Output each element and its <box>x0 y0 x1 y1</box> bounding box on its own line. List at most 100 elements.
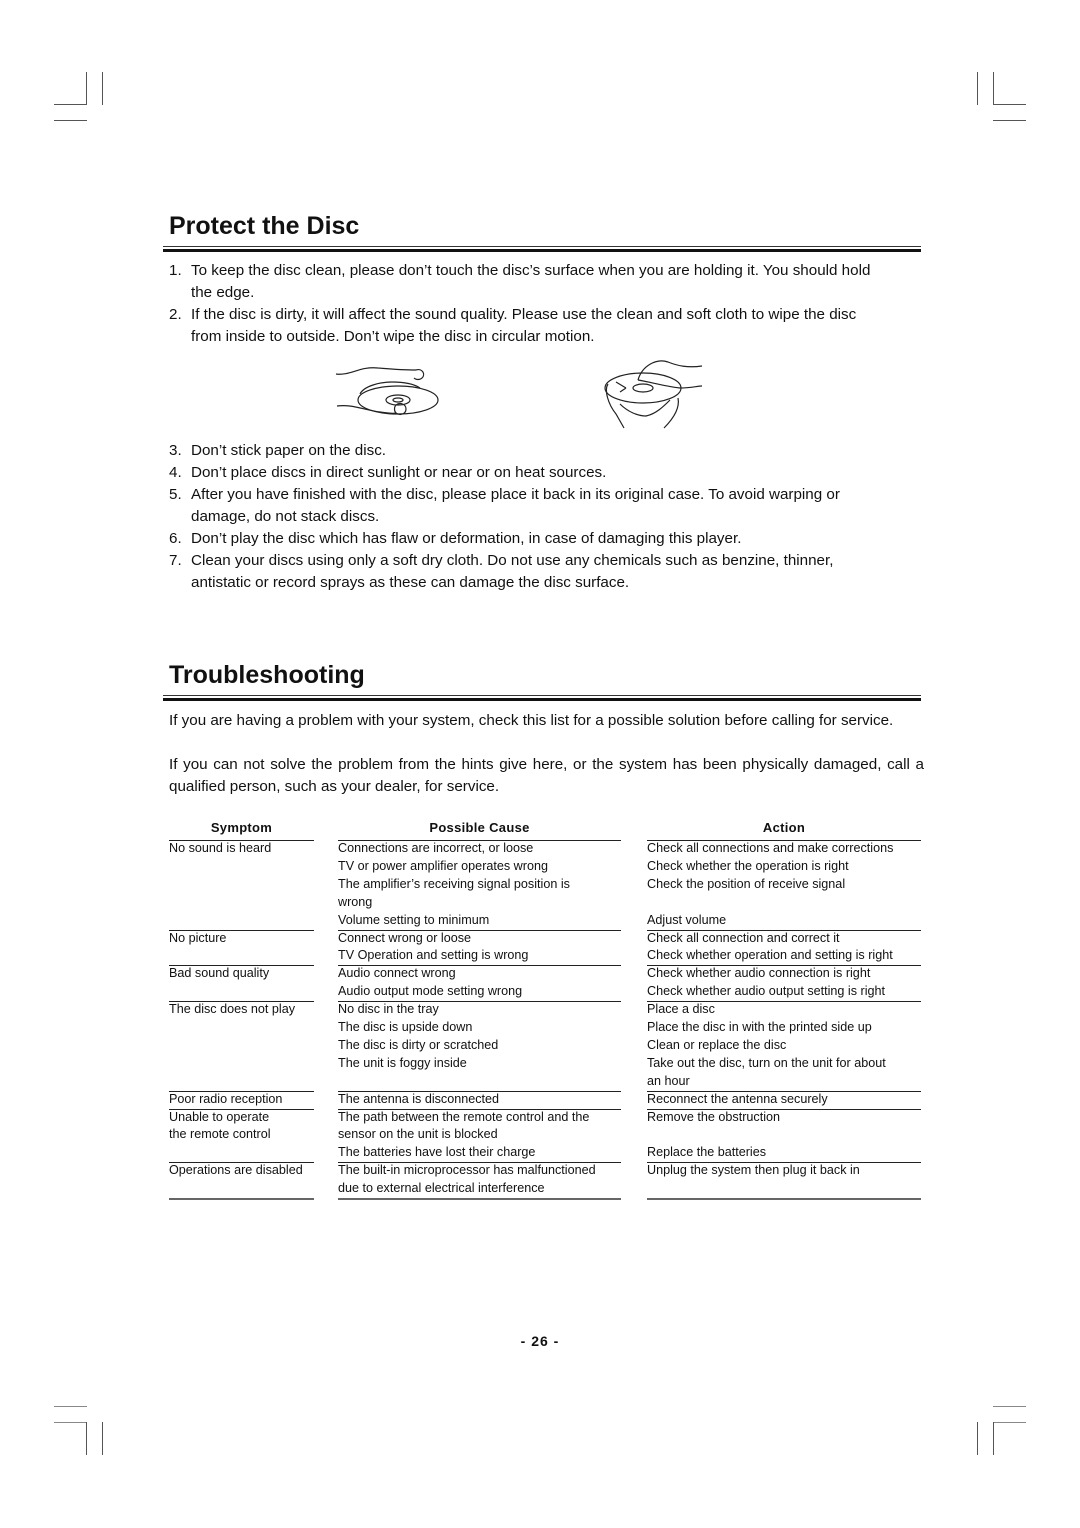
list-item-line: from inside to outside. Don’t wipe the d… <box>191 328 595 345</box>
table-cell-cause: No disc in the tray <box>338 1002 439 1017</box>
table-cell-action: Check all connection and correct it <box>647 930 840 945</box>
table-cell-cause: The antenna is disconnected <box>338 1091 500 1106</box>
table-cell-cause: Audio output mode setting wrong <box>338 984 523 999</box>
table-rule <box>338 1108 621 1110</box>
troubleshooting-intro-2: If you can not solve the problem from th… <box>169 756 924 795</box>
table-rule <box>169 1198 314 1200</box>
list-item-line: Don’t play the disc which has flaw or de… <box>191 530 742 547</box>
table-cell-symptom: the remote control <box>169 1127 271 1142</box>
table-cell-action: Place a disc <box>647 1002 715 1017</box>
table-rule <box>169 1090 314 1092</box>
list-item-line: antistatic or record sprays as these can… <box>191 574 630 591</box>
table-rule <box>647 1162 921 1164</box>
table-cell-cause: sensor on the unit is blocked <box>338 1127 498 1142</box>
list-item-number: 3. <box>169 442 182 459</box>
list-item-line: To keep the disc clean, please don’t tou… <box>191 262 871 279</box>
table-cell-symptom: Bad sound quality <box>169 966 270 981</box>
column-header-possible-cause: Possible Cause <box>429 820 530 835</box>
table-rule <box>169 1001 314 1003</box>
table-cell-action: Check whether audio connection is right <box>647 966 871 981</box>
list-item-number: 4. <box>169 464 182 481</box>
table-rule <box>338 1001 621 1003</box>
list-item-number: 1. <box>169 262 182 279</box>
list-item: 7. Clean your discs using only a soft dry… <box>169 550 929 594</box>
table-cell-action: an hour <box>647 1073 690 1088</box>
table-cell-symptom: No sound is heard <box>169 841 272 855</box>
table-cell-cause: The path between the remote control and … <box>338 1109 590 1124</box>
title-rule-thin <box>163 695 921 696</box>
list-item: 6. Don’t play the disc which has flaw or … <box>169 528 929 550</box>
title-rule-thick <box>163 249 921 252</box>
table-cell-action: Check whether audio output setting is ri… <box>647 984 886 999</box>
table-rule <box>169 1108 314 1110</box>
list-item-line: Don’t place discs in direct sunlight or … <box>191 464 607 481</box>
table-cell-cause: TV or power amplifier operates wrong <box>338 858 548 873</box>
table-cell-cause: The unit is foggy inside <box>338 1055 467 1070</box>
table-rule <box>169 929 314 931</box>
table-cell-action: Unplug the system then plug it back in <box>647 1163 860 1178</box>
table-cell-action: Clean or replace the disc <box>647 1037 787 1052</box>
table-rule <box>338 1090 621 1092</box>
table-rule <box>338 965 621 967</box>
list-item-number: 2. <box>169 306 182 323</box>
list-item-line: damage, do not stack discs. <box>191 508 380 525</box>
table-rule <box>647 1001 921 1003</box>
page-number: - 26 - <box>520 1333 560 1349</box>
table-cell-cause: Connect wrong or loose <box>338 930 472 945</box>
table-rule <box>647 1090 921 1092</box>
table-cell-action: Adjust volume <box>647 912 727 927</box>
table-cell-cause: The amplifier’s receiving signal positio… <box>338 876 570 891</box>
table-cell-cause: The batteries have lost their charge <box>338 1145 536 1160</box>
table-cell-action: Check whether the operation is right <box>647 858 849 873</box>
hand-holding-disc-edge-illustration <box>335 367 439 415</box>
column-header-symptom: Symptom <box>210 820 273 835</box>
list-item: 1. To keep the disc clean, please don’t t… <box>169 260 929 304</box>
table-cell-symptom: Operations are disabled <box>169 1163 303 1178</box>
list-item-number: 6. <box>169 530 182 547</box>
section-title-protect-the-disc: Protect the Disc <box>169 212 360 240</box>
table-rule <box>647 965 921 967</box>
protect-list-part-1: 1. To keep the disc clean, please don’t t… <box>169 260 929 348</box>
list-item-line: Don’t stick paper on the disc. <box>191 442 387 459</box>
list-item: 2. If the disc is dirty, it will affect t… <box>169 304 929 348</box>
list-item: 3. Don’t stick paper on the disc. <box>169 440 929 462</box>
list-item: 4. Don’t place discs in direct sunlight o… <box>169 462 929 484</box>
section-title-troubleshooting: Troubleshooting <box>169 661 365 689</box>
table-cell-action: Remove the obstruction <box>647 1109 781 1124</box>
table-rule <box>338 929 621 931</box>
wiping-disc-with-cloth-illustration <box>604 360 703 429</box>
table-rule <box>169 1162 314 1164</box>
table-cell-cause: The disc is dirty or scratched <box>338 1037 499 1052</box>
list-item-line: After you have finished with the disc, p… <box>191 486 840 503</box>
table-cell-cause: Audio connect wrong <box>338 966 456 981</box>
column-header-action: Action <box>762 820 806 835</box>
list-item-line: the edge. <box>191 284 255 301</box>
table-cell-action: Reconnect the antenna securely <box>647 1091 828 1106</box>
table-cell-action: Check whether operation and setting is r… <box>647 948 893 963</box>
title-rule-thin <box>163 246 921 247</box>
list-item-line: Clean your discs using only a soft dry c… <box>191 552 834 569</box>
table-cell-cause: Volume setting to minimum <box>338 912 490 927</box>
table-rule <box>338 1198 621 1200</box>
table-cell-action: Take out the disc, turn on the unit for … <box>647 1055 886 1070</box>
list-item-number: 5. <box>169 486 182 503</box>
table-rule <box>647 1108 921 1110</box>
table-cell-symptom: The disc does not play <box>169 1002 296 1017</box>
list-item: 5. After you have finished with the disc,… <box>169 484 929 528</box>
table-cell-symptom: Unable to operate <box>169 1109 270 1124</box>
table-cell-action: Replace the batteries <box>647 1145 767 1160</box>
table-cell-cause: The disc is upside down <box>338 1020 473 1034</box>
table-cell-cause: wrong <box>338 894 373 909</box>
table-rule <box>169 965 314 967</box>
list-item-line: If the disc is dirty, it will affect the… <box>191 306 857 323</box>
table-cell-cause: Connections are incorrect, or loose <box>338 841 534 855</box>
title-rule-thick <box>163 698 921 701</box>
table-rule <box>647 929 921 931</box>
table-rule <box>338 1162 621 1164</box>
table-cell-cause: The built-in microprocessor has malfunct… <box>338 1163 596 1178</box>
table-cell-cause: TV Operation and setting is wrong <box>338 948 529 963</box>
table-cell-action: Check the position of receive signal <box>647 876 846 891</box>
table-cell-action: Place the disc in with the printed side … <box>647 1020 872 1034</box>
table-cell-action: Check all connections and make correctio… <box>647 841 894 855</box>
table-cell-symptom: Poor radio reception <box>169 1091 283 1106</box>
